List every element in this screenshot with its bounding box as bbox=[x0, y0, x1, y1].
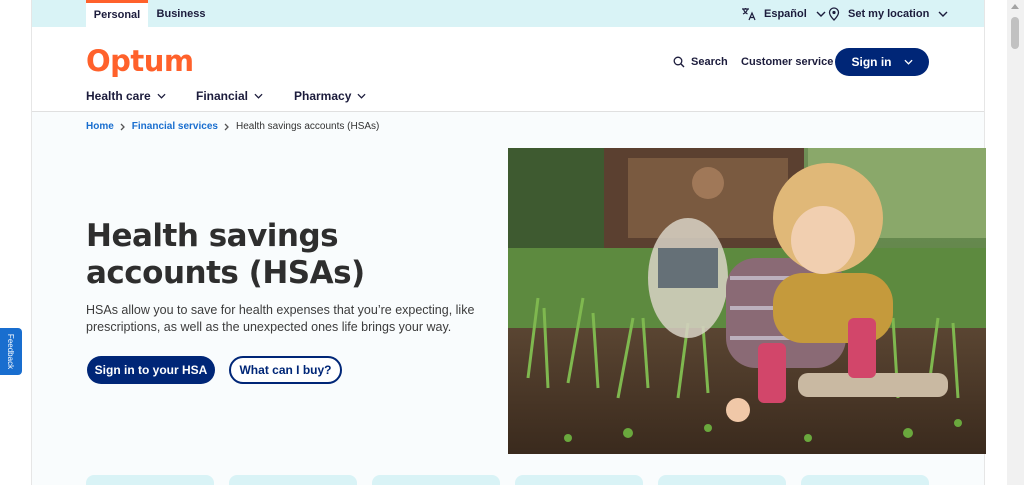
card-preview bbox=[658, 475, 786, 485]
location-pin-icon bbox=[828, 6, 840, 21]
sign-in-hsa-button[interactable]: Sign in to your HSA bbox=[87, 356, 215, 384]
chevron-down-icon bbox=[903, 59, 913, 65]
translate-icon bbox=[742, 7, 756, 20]
feedback-label: Feedback bbox=[6, 333, 16, 370]
utility-bar: Personal Business Español Set my locatio… bbox=[32, 0, 984, 27]
tab-personal[interactable]: Personal bbox=[86, 0, 148, 27]
card-preview bbox=[801, 475, 929, 485]
search-icon bbox=[673, 56, 685, 68]
location-label: Set my location bbox=[848, 7, 930, 20]
nav-financial[interactable]: Financial bbox=[196, 89, 263, 103]
nav-label: Pharmacy bbox=[294, 89, 352, 103]
nav-health-care[interactable]: Health care bbox=[86, 89, 166, 103]
breadcrumb-financial-services[interactable]: Financial services bbox=[132, 121, 218, 132]
sign-in-label: Sign in bbox=[851, 55, 892, 69]
chevron-down-icon bbox=[157, 93, 166, 99]
vertical-scrollbar[interactable] bbox=[1007, 0, 1024, 485]
card-preview bbox=[86, 475, 214, 485]
scrollbar-thumb[interactable] bbox=[1011, 17, 1019, 49]
card-preview bbox=[515, 475, 643, 485]
chevron-down-icon bbox=[254, 93, 263, 99]
breadcrumb-home[interactable]: Home bbox=[86, 121, 114, 132]
tab-business[interactable]: Business bbox=[150, 0, 212, 27]
nav-pharmacy[interactable]: Pharmacy bbox=[294, 89, 366, 103]
breadcrumb-current: Health savings accounts (HSAs) bbox=[235, 121, 380, 132]
feedback-tab[interactable]: Feedback bbox=[0, 328, 22, 375]
card-preview bbox=[372, 475, 500, 485]
hero-photo bbox=[508, 148, 986, 454]
nav-label: Financial bbox=[196, 89, 249, 103]
customer-service-link[interactable]: Customer service bbox=[741, 56, 833, 68]
chevron-down-icon bbox=[357, 93, 366, 99]
search-button[interactable]: Search bbox=[673, 56, 728, 68]
page-title: Health savings accounts (HSAs) bbox=[86, 218, 365, 291]
card-preview bbox=[229, 475, 357, 485]
sign-in-button[interactable]: Sign in bbox=[835, 48, 929, 76]
nav-label: Health care bbox=[86, 89, 151, 103]
optum-logo[interactable]: Optum bbox=[86, 44, 194, 78]
search-label: Search bbox=[691, 56, 728, 68]
breadcrumb: Home Financial services Health savings a… bbox=[86, 121, 379, 132]
chevron-right-icon bbox=[120, 123, 125, 130]
garden-scene-image bbox=[508, 148, 986, 454]
site-header: Optum Search Customer service Sign in He… bbox=[32, 27, 984, 112]
location-selector[interactable]: Set my location bbox=[828, 0, 948, 27]
what-can-i-buy-button[interactable]: What can I buy? bbox=[229, 356, 342, 384]
hero-description: HSAs allow you to save for health expens… bbox=[86, 303, 475, 334]
chevron-down-icon bbox=[816, 11, 826, 17]
language-label: Español bbox=[764, 7, 807, 20]
scroll-up-arrow-icon[interactable] bbox=[1011, 4, 1019, 9]
language-selector[interactable]: Español bbox=[741, 0, 826, 27]
chevron-down-icon bbox=[938, 11, 948, 17]
chevron-right-icon bbox=[224, 123, 229, 130]
page: Personal Business Español Set my locatio… bbox=[31, 0, 986, 485]
